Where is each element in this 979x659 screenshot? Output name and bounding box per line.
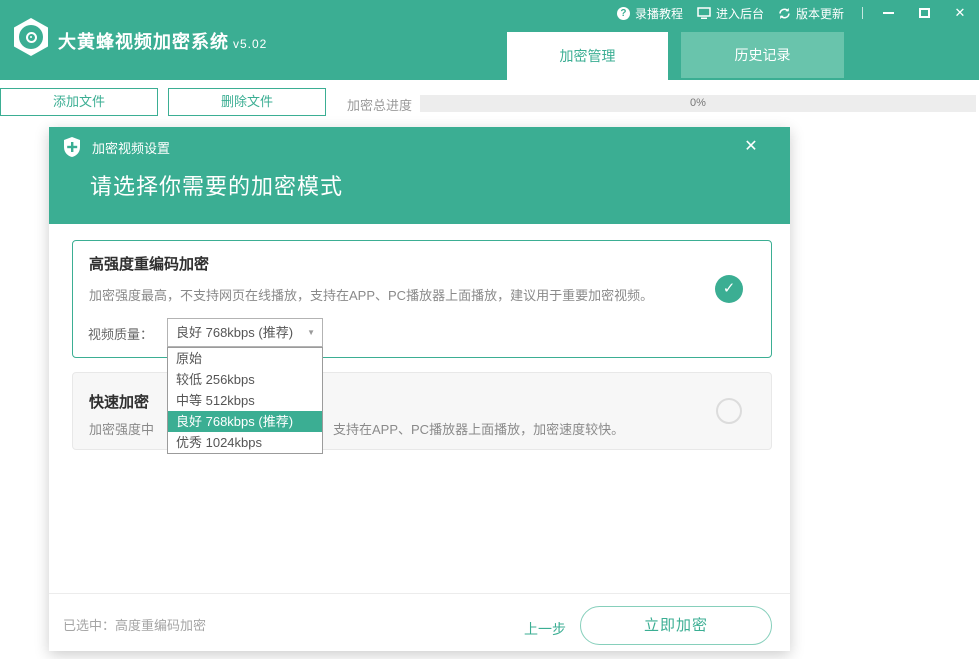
app-title-text: 大黄蜂视频加密系统 xyxy=(58,32,229,52)
dropdown-option-256kbps[interactable]: 较低 256kbps xyxy=(168,369,322,390)
video-quality-label: 视频质量： xyxy=(88,327,154,342)
chevron-down-icon: ▼ xyxy=(307,328,315,337)
shield-plus-icon xyxy=(64,137,80,157)
close-icon: ✕ xyxy=(954,5,966,20)
dropdown-option-512kbps[interactable]: 中等 512kbps xyxy=(168,390,322,411)
app-window: 大黄蜂视频加密系统 v5.02 ? 录播教程 进入后台 版本更新 ✕ 加密管理 … xyxy=(0,0,979,659)
option-strong-title: 高强度重编码加密 xyxy=(89,256,210,273)
tutorial-label: 录播教程 xyxy=(634,6,683,21)
dialog-header: 加密视频设置 ✕ 请选择你需要的加密模式 xyxy=(49,127,790,224)
option-fast-description-right: 支持在APP、PC播放器上面播放，加密速度较快。 xyxy=(333,422,625,437)
app-version: v5.02 xyxy=(233,37,268,51)
refresh-icon xyxy=(779,7,790,19)
maximize-button[interactable] xyxy=(913,4,935,22)
app-logo-icon xyxy=(14,18,48,56)
dialog-heading: 请选择你需要的加密模式 xyxy=(90,174,344,199)
tab-encrypt-manage[interactable]: 加密管理 xyxy=(507,32,668,80)
help-icon: ? xyxy=(616,6,630,20)
titlebar-separator xyxy=(862,7,863,19)
video-quality-dropdown: 原始 较低 256kbps 中等 512kbps 良好 768kbps (推荐)… xyxy=(167,347,323,454)
minimize-icon xyxy=(882,12,894,14)
monitor-icon xyxy=(697,6,711,19)
option-fast-title: 快速加密 xyxy=(89,394,150,411)
backend-label: 进入后台 xyxy=(715,6,764,21)
tutorial-link[interactable]: ? 录播教程 xyxy=(616,5,683,22)
progress-label: 加密总进度 xyxy=(347,98,413,113)
update-label: 版本更新 xyxy=(795,6,844,21)
dialog-title: 加密视频设置 xyxy=(92,141,171,156)
back-step-button[interactable]: 上一步 xyxy=(524,619,566,639)
titlebar-actions: ? 录播教程 进入后台 版本更新 ✕ xyxy=(616,0,971,26)
maximize-icon xyxy=(918,8,930,18)
minimize-button[interactable] xyxy=(877,4,899,22)
dialog-close-button[interactable]: ✕ xyxy=(739,135,763,159)
selected-mode-text: 已选中：高度重编码加密 xyxy=(63,618,207,633)
dropdown-option-1024kbps[interactable]: 优秀 1024kbps xyxy=(168,432,322,453)
tab-history[interactable]: 历史记录 xyxy=(681,32,844,78)
option-fast-description-left: 加密强度中 xyxy=(89,422,155,437)
app-title: 大黄蜂视频加密系统 v5.02 xyxy=(58,28,267,54)
progress-value: 0% xyxy=(690,97,706,109)
dropdown-option-original[interactable]: 原始 xyxy=(168,348,322,369)
encrypt-settings-dialog: 加密视频设置 ✕ 请选择你需要的加密模式 高强度重编码加密 加密强度最高，不支持… xyxy=(49,127,790,651)
option-fast-radio[interactable] xyxy=(716,398,742,424)
encrypt-now-button[interactable]: 立即加密 xyxy=(580,606,772,645)
delete-file-button[interactable]: 删除文件 xyxy=(168,88,326,116)
backend-link[interactable]: 进入后台 xyxy=(697,5,764,22)
dropdown-option-768kbps[interactable]: 良好 768kbps (推荐) xyxy=(168,411,322,432)
add-file-button[interactable]: 添加文件 xyxy=(0,88,158,116)
titlebar: 大黄蜂视频加密系统 v5.02 ? 录播教程 进入后台 版本更新 ✕ 加密管理 … xyxy=(0,0,979,80)
video-quality-select[interactable]: 良好 768kbps (推荐) ▼ xyxy=(167,318,323,347)
close-button[interactable]: ✕ xyxy=(949,4,971,22)
option-strong-selected-check-icon[interactable]: ✓ xyxy=(715,275,743,303)
option-strong-description: 加密强度最高，不支持网页在线播放，支持在APP、PC播放器上面播放，建议用于重要… xyxy=(89,288,654,303)
total-progress-bar: 0% xyxy=(420,95,976,112)
update-link[interactable]: 版本更新 xyxy=(778,5,844,22)
footer-divider xyxy=(49,593,790,594)
video-quality-value: 良好 768kbps (推荐) xyxy=(176,325,294,340)
